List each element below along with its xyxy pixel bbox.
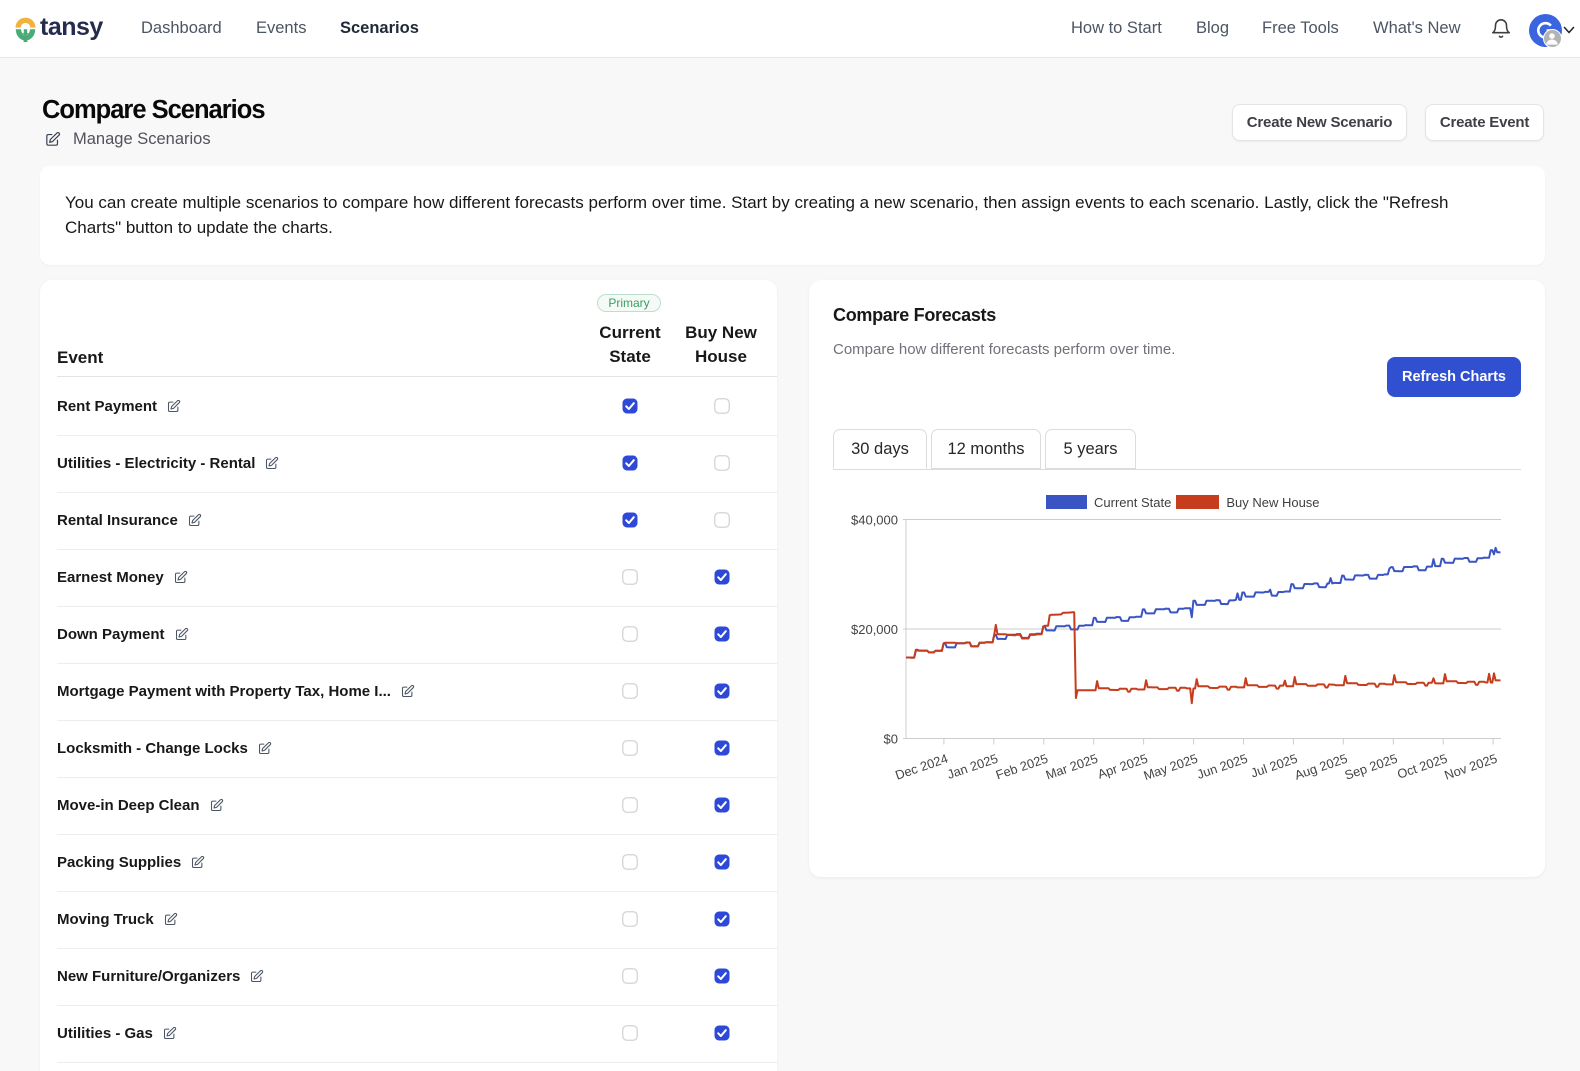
svg-text:Oct 2025: Oct 2025 — [1395, 751, 1449, 782]
svg-text:Apr 2025: Apr 2025 — [1096, 751, 1150, 782]
svg-text:Feb 2025: Feb 2025 — [994, 751, 1050, 783]
svg-text:Mar 2025: Mar 2025 — [1044, 751, 1100, 783]
svg-text:$20,000: $20,000 — [851, 622, 898, 637]
svg-text:Jun 2025: Jun 2025 — [1195, 751, 1250, 782]
svg-text:Dec 2024: Dec 2024 — [893, 751, 950, 783]
svg-text:$40,000: $40,000 — [851, 513, 898, 528]
svg-text:Aug 2025: Aug 2025 — [1293, 751, 1350, 783]
svg-text:Nov 2025: Nov 2025 — [1442, 751, 1499, 783]
svg-text:May 2025: May 2025 — [1142, 751, 1200, 783]
svg-text:Jul 2025: Jul 2025 — [1249, 751, 1300, 781]
svg-text:Sep 2025: Sep 2025 — [1343, 751, 1400, 783]
svg-text:Jan 2025: Jan 2025 — [945, 751, 1000, 782]
svg-text:$0: $0 — [884, 732, 898, 747]
